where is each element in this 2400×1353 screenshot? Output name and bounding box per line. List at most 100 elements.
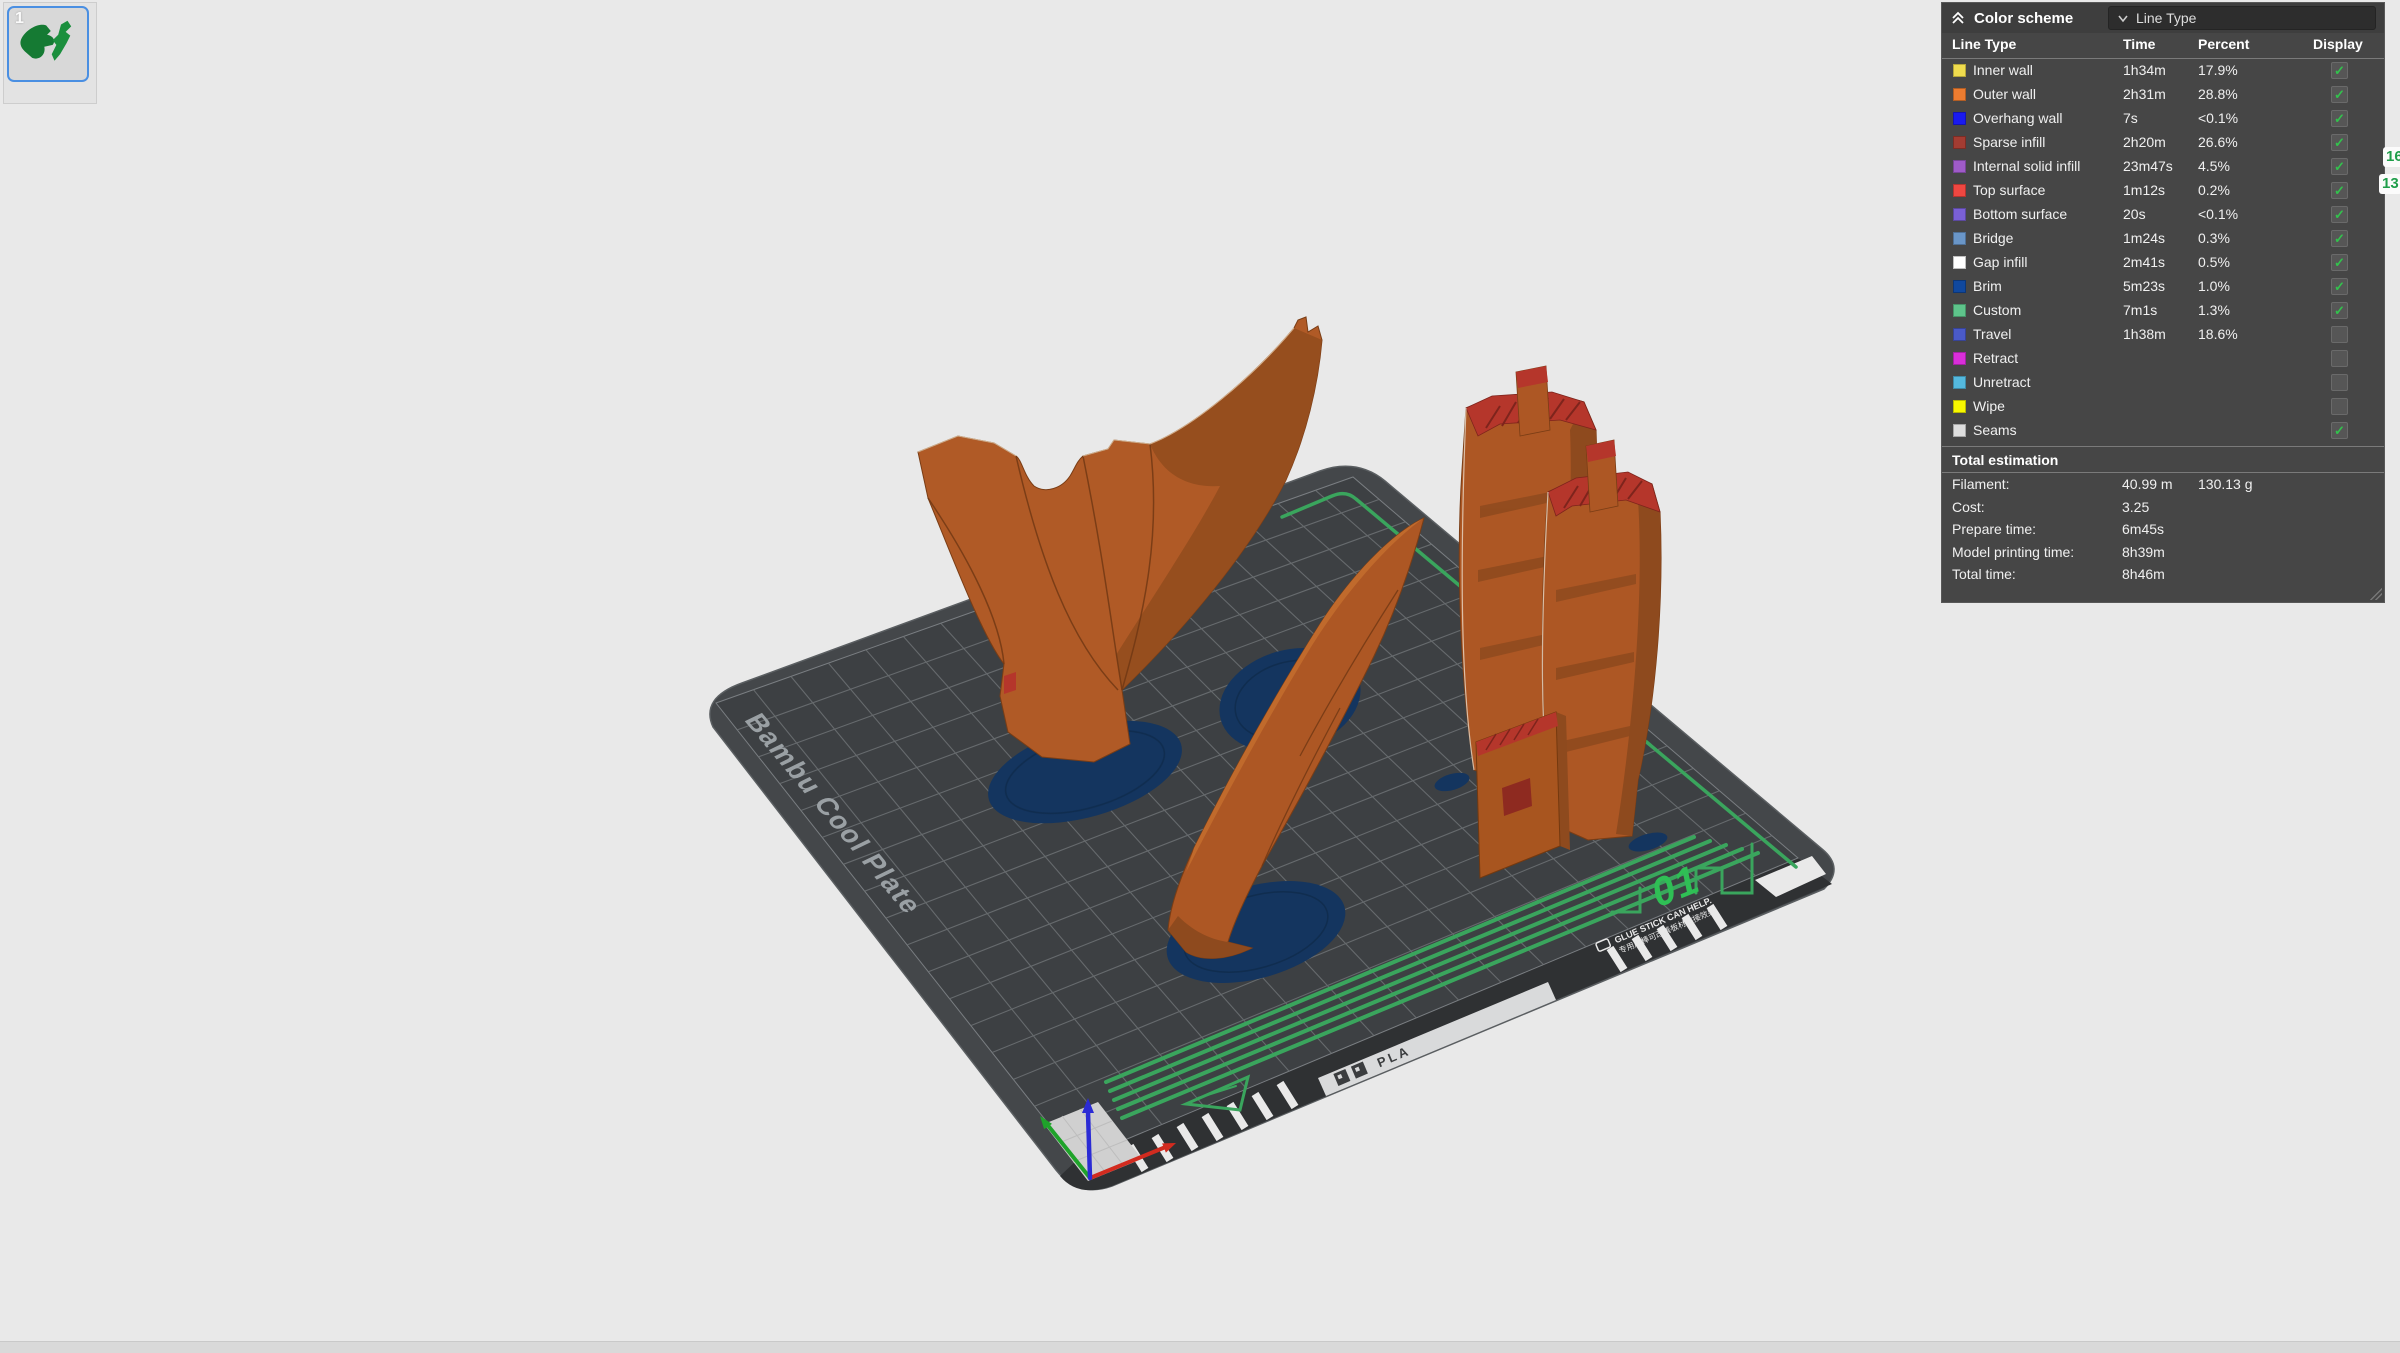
legend-row-custom: Custom7m1s1.3%✓ [1942,299,2384,323]
plate-thumbnail-1[interactable]: 1 [7,6,89,82]
display-checkbox[interactable]: ✓ [2331,206,2348,223]
plate-thumbnail-strip: 1 [3,2,97,104]
line-type-label: Travel [1973,326,2011,342]
legend-row-seams: Seams ✓ [1942,419,2384,443]
total-label: Model printing time: [1952,544,2074,560]
line-type-time: 2h20m [2123,134,2166,150]
line-type-percent: 26.6% [2198,134,2238,150]
display-checkbox[interactable]: ✓ [2331,158,2348,175]
line-type-label: Bottom surface [1973,206,2067,222]
line-type-color-swatch [1953,88,1966,101]
legend-row-brim: Brim5m23s1.0%✓ [1942,275,2384,299]
line-type-time: 1m24s [2123,230,2165,246]
total-value: 40.99 m [2122,476,2173,492]
line-type-label: Overhang wall [1973,110,2063,126]
chevron-double-up-icon [1950,10,1966,26]
line-type-percent: 28.8% [2198,86,2238,102]
line-type-percent: 4.5% [2198,158,2230,174]
line-type-time: 1h38m [2123,326,2166,342]
display-checkbox[interactable] [2331,350,2348,367]
slicer-preview-screen: { "thumbnails": { "selected_number": "1"… [0,0,2400,1352]
display-checkbox[interactable]: ✓ [2331,254,2348,271]
line-type-time: 20s [2123,206,2146,222]
legend-header-row: Line Type Time Percent Display [1942,33,2384,59]
line-type-time: 23m47s [2123,158,2173,174]
line-type-label: Retract [1973,350,2018,366]
chevron-down-icon [2117,12,2129,24]
display-checkbox[interactable] [2331,398,2348,415]
display-checkbox[interactable]: ✓ [2331,302,2348,319]
display-checkbox[interactable] [2331,374,2348,391]
legend-row-unretract: Unretract [1942,371,2384,395]
line-type-color-swatch [1953,280,1966,293]
color-scheme-dropdown[interactable]: Line Type [2108,6,2376,30]
display-checkbox[interactable]: ✓ [2331,134,2348,151]
line-type-percent: 0.2% [2198,182,2230,198]
line-type-color-swatch [1953,424,1966,437]
dropdown-value: Line Type [2136,10,2196,26]
line-type-color-swatch [1953,328,1966,341]
line-type-percent: 0.3% [2198,230,2230,246]
total-row-filament-: Filament:40.99 m130.13 g [1942,473,2384,496]
display-checkbox[interactable]: ✓ [2331,278,2348,295]
collapse-panel-button[interactable] [1950,10,1966,26]
line-type-time: 1m12s [2123,182,2165,198]
total-value: 3.25 [2122,499,2149,515]
line-type-color-swatch [1953,208,1966,221]
color-scheme-panel: Color scheme Line Type Line Type Time Pe… [1941,2,2385,603]
line-type-color-swatch [1953,112,1966,125]
legend-row-top-surface: Top surface 1m12s 0.2% ✓ [1942,179,2384,203]
total-label: Total time: [1952,566,2016,582]
line-type-label: Seams [1973,422,2017,438]
line-type-label: Top surface [1973,182,2045,198]
line-type-time: 5m23s [2123,278,2165,294]
line-type-percent: 17.9% [2198,62,2238,78]
display-checkbox[interactable]: ✓ [2331,422,2348,439]
line-type-label: Gap infill [1973,254,2027,270]
display-checkbox[interactable]: ✓ [2331,110,2348,127]
line-type-label: Sparse infill [1973,134,2045,150]
line-type-percent: 18.6% [2198,326,2238,342]
plate-thumbnail-preview [9,9,87,79]
column-percent: Percent [2198,36,2249,52]
legend-row-outer-wall: Outer wall2h31m28.8%✓ [1942,83,2384,107]
line-type-label: Inner wall [1973,62,2033,78]
column-line-type: Line Type [1952,36,2016,52]
total-value: 6m45s [2122,521,2164,537]
legend-row-travel: Travel 1h38m 18.6% [1942,323,2384,347]
line-type-label: Wipe [1973,398,2005,414]
line-type-color-swatch [1953,376,1966,389]
line-type-color-swatch [1953,232,1966,245]
display-checkbox[interactable]: ✓ [2331,230,2348,247]
display-checkbox[interactable]: ✓ [2331,182,2348,199]
display-checkbox[interactable]: ✓ [2331,62,2348,79]
totals-rows: Filament:40.99 m130.13 gCost:3.25Prepare… [1942,473,2384,586]
legend-row-inner-wall: Inner wall1h34m17.9%✓ [1942,59,2384,83]
resize-grip[interactable] [2370,588,2382,600]
legend-rows: Inner wall1h34m17.9%✓Outer wall2h31m28.8… [1942,59,2384,443]
line-type-percent: 0.5% [2198,254,2230,270]
line-type-label: Outer wall [1973,86,2036,102]
total-row-total-time-: Total time:8h46m [1942,563,2384,586]
line-type-percent: <0.1% [2198,110,2238,126]
line-type-color-swatch [1953,304,1966,317]
line-type-color-swatch [1953,64,1966,77]
panel-header: Color scheme Line Type [1942,3,2384,33]
total-estimation-title: Total estimation [1942,447,2384,473]
line-type-percent: <0.1% [2198,206,2238,222]
line-type-label: Brim [1973,278,2002,294]
line-type-time: 2m41s [2123,254,2165,270]
layer-label-16: 16 [2383,147,2400,167]
display-checkbox[interactable] [2331,326,2348,343]
legend-row-retract: Retract [1942,347,2384,371]
legend-row-bridge: Bridge 1m24s 0.3% ✓ [1942,227,2384,251]
total-row-model-printing-time-: Model printing time:8h39m [1942,541,2384,564]
total-label: Cost: [1952,499,1985,515]
model-right-towers[interactable] [1459,366,1661,878]
line-type-label: Bridge [1973,230,2013,246]
display-checkbox[interactable]: ✓ [2331,86,2348,103]
legend-row-wipe: Wipe [1942,395,2384,419]
line-type-color-swatch [1953,184,1966,197]
line-type-percent: 1.3% [2198,302,2230,318]
legend-row-internal-solid-infill: Internal solid infill23m47s4.5%✓ [1942,155,2384,179]
